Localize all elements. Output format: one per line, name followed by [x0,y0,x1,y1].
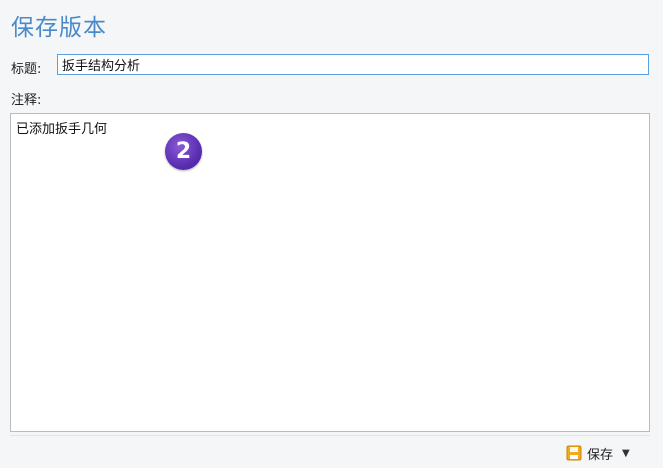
footer-divider [10,435,650,436]
save-button[interactable]: 保存 ▼ [566,442,630,464]
notes-label: 注释: [11,93,42,108]
caret-down-icon[interactable]: ▼ [622,448,630,459]
step-number-badge: 2 [165,133,202,170]
floppy-disk-icon [566,445,582,461]
title-label: 标题: [11,62,42,77]
panel-title: 保存版本 [11,15,107,41]
save-button-label: 保存 [587,447,614,463]
notes-textarea[interactable]: 已添加扳手几何 [10,113,650,432]
title-input[interactable] [57,54,649,75]
